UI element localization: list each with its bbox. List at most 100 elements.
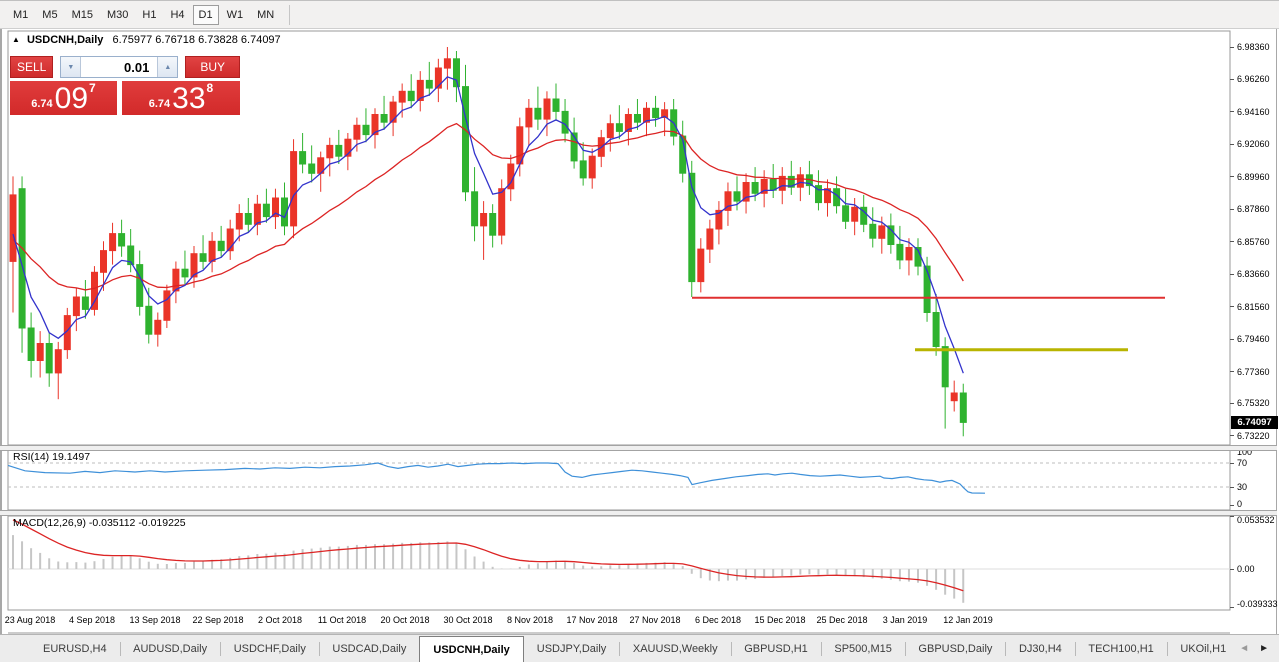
price-axis-label: 6.73220 <box>1237 431 1270 441</box>
chart-title: ▲ USDCNH,Daily 6.75977 6.76718 6.73828 6… <box>12 34 281 46</box>
candle-body <box>635 115 641 123</box>
candle <box>327 138 333 177</box>
macd-axis-label: -0.039333 <box>1237 599 1278 609</box>
chart-tab-gbpusd[interactable]: GBPUSD,Daily <box>905 635 1005 662</box>
candle <box>28 313 34 378</box>
volume-input[interactable]: 0.01 <box>81 57 157 77</box>
price-tick <box>1230 176 1234 177</box>
sell-price-main: 09 <box>55 85 88 113</box>
candle <box>843 189 849 229</box>
candle <box>417 71 423 111</box>
candle-body <box>870 224 876 238</box>
candle <box>218 226 224 257</box>
sell-price-pip: 7 <box>89 81 96 95</box>
candle-body <box>444 59 450 68</box>
collapse-triangle-icon[interactable]: ▲ <box>12 35 20 44</box>
candle-body <box>580 161 586 178</box>
date-axis-label: 25 Dec 2018 <box>816 615 867 625</box>
chart-tab-sp500[interactable]: SP500,M15 <box>821 635 904 662</box>
triangle-up-icon: ▲ <box>164 64 171 71</box>
macd-panel-splitter[interactable] <box>0 510 1277 516</box>
candle <box>960 384 966 437</box>
candle <box>254 195 260 235</box>
tab-scroll-arrows: ◄► <box>1239 635 1279 662</box>
candle-body <box>236 214 242 230</box>
candle-body <box>490 214 496 236</box>
macd-axis-label: 0.053532 <box>1237 515 1275 525</box>
candle <box>797 167 803 201</box>
candle <box>544 91 550 136</box>
price-axis-label: 6.89960 <box>1237 172 1270 182</box>
tab-scroll-left-icon[interactable]: ◄ <box>1239 643 1249 654</box>
chart-tab-dj30[interactable]: DJ30,H4 <box>1006 635 1075 662</box>
buy-price-pip: 8 <box>207 81 214 95</box>
price-axis-label: 6.87860 <box>1237 204 1270 214</box>
candle-body <box>499 189 505 235</box>
candle-body <box>960 393 966 422</box>
date-axis-label: 30 Oct 2018 <box>443 615 492 625</box>
sell-button[interactable]: SELL <box>10 56 53 78</box>
price-axis-label: 6.85760 <box>1237 237 1270 247</box>
candle-body <box>553 99 559 111</box>
candle-body <box>852 207 858 221</box>
candle-body <box>942 347 948 387</box>
buy-price-main: 33 <box>172 85 205 113</box>
price-tick <box>1230 435 1234 436</box>
chart-tab-usdchf[interactable]: USDCHF,Daily <box>221 635 319 662</box>
chart-tab-usdcad[interactable]: USDCAD,Daily <box>319 635 419 662</box>
sell-price-prefix: 6.74 <box>31 98 52 110</box>
date-axis-label: 2 Oct 2018 <box>258 615 302 625</box>
candle <box>472 167 478 241</box>
candle <box>607 115 613 152</box>
volume-increase-button[interactable]: ▲ <box>157 57 177 77</box>
candle-body <box>164 291 170 320</box>
candle <box>10 176 16 312</box>
macd-indicator-label: MACD(12,26,9) -0.035112 -0.019225 <box>13 517 186 529</box>
candle <box>716 201 722 244</box>
candle-body <box>734 192 740 201</box>
candle-body <box>481 214 487 226</box>
sell-price-display[interactable]: 6.74097 <box>10 81 117 115</box>
candle <box>698 238 704 292</box>
candle <box>888 214 894 254</box>
candle-body <box>209 241 215 261</box>
rsi-panel-splitter[interactable] <box>0 445 1277 451</box>
candle-body <box>28 328 34 361</box>
rsi-axis-label: 30 <box>1237 482 1247 492</box>
candle <box>245 198 251 232</box>
candle <box>490 204 496 247</box>
rsi-line <box>8 463 985 493</box>
candle-body <box>173 269 179 291</box>
one-click-trading-panel: SELL ▼ 0.01 ▲ BUY 6.74097 6.74338 <box>10 56 240 115</box>
chart-tab-usdjpy[interactable]: USDJPY,Daily <box>524 635 620 662</box>
candle <box>110 223 116 265</box>
tab-scroll-right-icon[interactable]: ► <box>1259 643 1269 654</box>
candle <box>725 183 731 226</box>
price-axis-label: 6.98360 <box>1237 42 1270 52</box>
chart-tab-audusd[interactable]: AUDUSD,Daily <box>120 635 220 662</box>
candle-body <box>119 234 125 246</box>
chart-tab-xauusd[interactable]: XAUUSD,Weekly <box>620 635 731 662</box>
candle-body <box>526 108 532 127</box>
candle <box>390 96 396 136</box>
buy-button[interactable]: BUY <box>185 56 240 78</box>
buy-price-display[interactable]: 6.74338 <box>122 81 240 115</box>
volume-decrease-button[interactable]: ▼ <box>61 57 81 77</box>
chart-tab-usdcnh[interactable]: USDCNH,Daily <box>419 636 523 662</box>
candle-body <box>291 152 297 226</box>
candle <box>173 262 179 304</box>
candle-body <box>408 91 414 100</box>
ma-slow-line <box>13 124 963 290</box>
price-tick <box>1230 47 1234 48</box>
volume-stepper: ▼ 0.01 ▲ <box>60 56 178 78</box>
macd-tick <box>1230 569 1234 570</box>
chart-ohlc-values: 6.75977 6.76718 6.73828 6.74097 <box>112 34 280 46</box>
candle <box>363 108 369 142</box>
chart-tab-tech100[interactable]: TECH100,H1 <box>1075 635 1166 662</box>
candle <box>408 74 414 108</box>
candle-body <box>698 249 704 282</box>
chart-tab-eurusd[interactable]: EURUSD,H4 <box>30 635 120 662</box>
chart-tab-gbpusd[interactable]: GBPUSD,H1 <box>731 635 821 662</box>
candle-body <box>55 350 61 373</box>
chart-tab-ukoil[interactable]: UKOil,H1 <box>1167 635 1239 662</box>
